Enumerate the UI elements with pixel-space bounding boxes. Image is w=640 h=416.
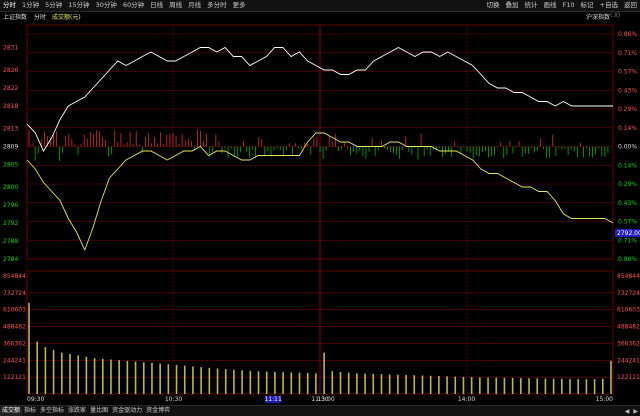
tab-weekly[interactable]: 周线 [166,0,185,11]
scroll-arrows: ◀ ▶ [623,408,640,415]
draw-line-button[interactable]: 画线 [541,0,560,11]
time-axis-label: 15:00 [596,396,613,403]
scroll-right-icon[interactable]: ▶ [631,408,640,415]
volume-right-label: 732724 [617,290,640,297]
right-percent-label: 0.00% [618,144,637,151]
tab-30min[interactable]: 30分钟 [93,0,120,11]
left-price-label: 2784 [3,256,18,263]
volume-left-label: 610603 [3,307,26,314]
tab-1min[interactable]: 1分钟 [19,0,42,11]
left-price-label: 2809 [3,144,18,151]
volume-left-label: 854844 [3,273,26,280]
volume-right-label: 244241 [617,357,640,364]
right-percent-label: 0.29% [618,106,637,113]
volume-right-label: 854844 [617,273,640,280]
right-percent-label: 0.43% [618,200,637,207]
back-button[interactable]: 返回 [621,0,640,11]
right-percent-label: 0.57% [618,219,637,226]
time-axis-label: 14:00 [458,396,475,403]
volume-left-label: 732724 [3,290,26,297]
left-price-label: 2796 [3,202,18,209]
scroll-left-icon[interactable]: ◀ [623,408,632,415]
switch-button[interactable]: 切换 [484,0,503,11]
volume-left-label: 244241 [3,357,26,364]
volume-right-label: 488482 [617,324,640,331]
right-percent-label: 0.86% [618,256,637,263]
left-price-label: 2813 [3,126,18,133]
left-price-label: 2805 [3,162,18,169]
time-axis-label: 09:30 [27,396,44,403]
time-axis-label: 13:00 [317,396,334,403]
tab-daily[interactable]: 日线 [147,0,166,11]
left-price-label: 2822 [3,85,18,92]
tab-fenshi[interactable]: 分时 [0,0,19,11]
volume-left-label: 488482 [3,324,26,331]
right-percent-label: 0.29% [618,181,637,188]
time-axis-label: 10:30 [165,396,182,403]
tab-15min[interactable]: 15分钟 [65,0,92,11]
indicator-tabs-bar: 成交额 指标 多空指标 涨跌家 量比图 资金驱动力 资金博弈 ◀ ▶ [0,405,640,416]
tab-5min[interactable]: 5分钟 [42,0,65,11]
volume-right-label: 610603 [617,307,640,314]
mark-button[interactable]: 标记 [578,0,597,11]
tab-more[interactable]: 更多 [230,0,249,11]
right-percent-label: 0.43% [618,87,637,94]
volume-right-label: 366362 [617,340,640,347]
right-percent-label: 0.14% [618,162,637,169]
left-price-label: 2800 [3,184,18,191]
right-tools: 切换 叠加 统计 画线 F10 标记 +自选 返回 [484,0,640,11]
right-percent-label: 0.57% [618,69,637,76]
left-price-label: 2826 [3,67,18,74]
volume-right-label: 122121 [617,374,640,381]
left-price-label: 2818 [3,103,18,110]
f10-button[interactable]: F10 [560,0,578,11]
volume-left-label: 122121 [3,374,26,381]
left-price-label: 2788 [3,238,18,245]
current-price-label: 2792.00 [617,230,640,237]
period-tabs: 分时 1分钟 5分钟 15分钟 30分钟 60分钟 日线 周线 月线 多分时 更… [0,0,249,11]
overlay-button[interactable]: 叠加 [503,0,522,11]
right-percent-label: 0.71% [618,237,637,244]
left-price-label: 2831 [3,45,18,52]
tab-monthly[interactable]: 月线 [185,0,204,11]
left-price-label: 2792 [3,220,18,227]
tab-60min[interactable]: 60分钟 [120,0,147,11]
add-watchlist-button[interactable]: +自选 [597,0,621,11]
volume-left-label: 366362 [3,340,26,347]
right-percent-label: 0.14% [618,125,637,132]
tab-multi-fenshi[interactable]: 多分时 [204,0,230,11]
time-cursor-label: 11:11 [264,396,281,403]
intraday-chart[interactable]: 0.86% 0.71% 0.57% 0.43% 0.29% 0.14% 0.00% 0.14%… [0,11,640,405]
right-percent-label: 0.71% [618,50,637,57]
right-percent-label: 0.86% [618,31,637,38]
stats-button[interactable]: 统计 [522,0,541,11]
